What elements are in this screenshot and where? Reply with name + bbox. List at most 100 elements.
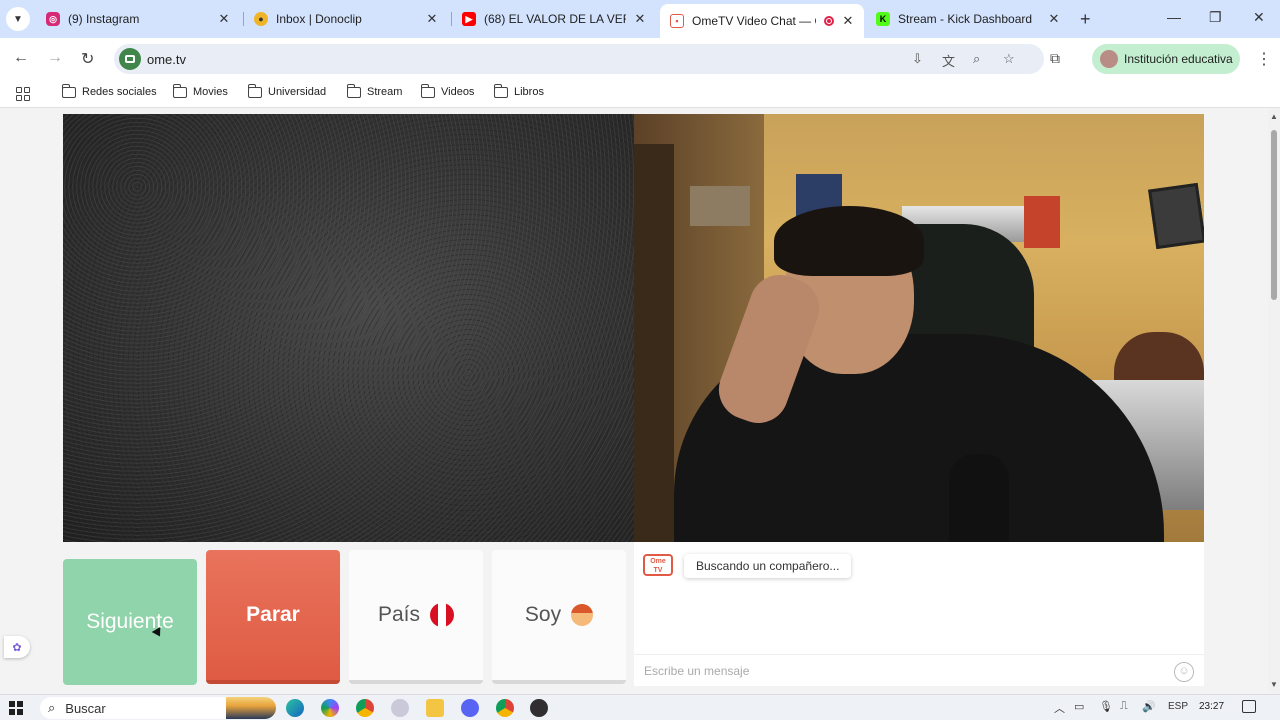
close-icon[interactable]: ✕ <box>842 13 854 29</box>
folder-icon <box>172 83 187 98</box>
back-icon[interactable]: ← <box>13 49 29 67</box>
folder-icon <box>247 83 262 98</box>
network-icon[interactable]: ⎍ <box>1120 700 1128 713</box>
country-button[interactable]: País <box>349 550 483 684</box>
discord-icon[interactable] <box>461 699 479 717</box>
microphone-icon[interactable]: 🎙 <box>1099 700 1113 713</box>
bookmark-folder-redes-sociales[interactable]: Redes sociales <box>61 83 157 98</box>
recording-icon <box>824 16 834 26</box>
minimize-icon[interactable]: — <box>1167 9 1181 25</box>
tab-kick[interactable]: K Stream - Kick Dashboard ✕ <box>866 4 1070 34</box>
chrome-icon[interactable] <box>356 699 374 717</box>
bookmark-folder-stream[interactable]: Stream <box>346 83 403 98</box>
bookmark-folder-movies[interactable]: Movies <box>172 83 228 98</box>
bookmark-label: Videos <box>441 86 475 98</box>
battery-icon[interactable]: ▭ <box>1074 700 1084 713</box>
peru-flag-icon <box>430 603 455 627</box>
tab-instagram[interactable]: ◎ (9) Instagram ✕ <box>36 4 240 34</box>
taskbar-search-label: Buscar <box>65 700 106 716</box>
reload-icon[interactable]: ↻ <box>81 49 94 69</box>
youtube-icon: ▶ <box>462 12 476 26</box>
bookmarks-bar: Redes sociales Movies Universidad Stream… <box>0 80 1280 108</box>
obs-icon[interactable] <box>530 699 548 717</box>
close-icon[interactable]: ✕ <box>426 11 438 27</box>
tab-search-button[interactable]: ▼ <box>6 7 30 31</box>
windows-start-icon[interactable] <box>9 701 23 715</box>
tab-ometv[interactable]: ▪ OmeTV Video Chat — C ✕ <box>660 4 864 38</box>
apps-icon[interactable] <box>16 87 30 101</box>
address-bar[interactable]: ome.tv ⇩ 文 ⌕ ☆ <box>114 44 1044 74</box>
language-indicator[interactable]: ESP <box>1168 701 1188 712</box>
browser-toolbar: ← → ↻ ome.tv ⇩ 文 ⌕ ☆ ⧉ Institución educa… <box>0 38 1280 80</box>
bookmark-label: Universidad <box>268 86 327 98</box>
settings-icon[interactable] <box>391 699 409 717</box>
window-close-icon[interactable]: ✕ <box>1253 9 1265 26</box>
chevron-down-icon: ▼ <box>13 13 23 25</box>
ometv-page: Siguiente Parar País Soy ✿ Ome TV Buscan… <box>0 108 1268 694</box>
restore-icon[interactable]: ❐ <box>1209 9 1222 26</box>
tab-strip: ▼ ◎ (9) Instagram ✕ ● Inbox | Donoclip ✕… <box>0 0 1280 38</box>
copilot-icon[interactable] <box>321 699 339 717</box>
bookmark-star-icon[interactable]: ☆ <box>1003 51 1015 67</box>
scroll-down-icon[interactable]: ▼ <box>1270 680 1278 689</box>
gender-button[interactable]: Soy <box>492 550 626 684</box>
volume-icon[interactable]: 🔊 <box>1142 700 1156 713</box>
emoji-icon[interactable]: ☺ <box>1174 662 1194 682</box>
bookmark-label: Libros <box>514 86 544 98</box>
close-icon[interactable]: ✕ <box>1048 11 1060 27</box>
close-icon[interactable]: ✕ <box>634 11 646 27</box>
self-camera-video <box>634 114 1204 542</box>
ometv-icon: ▪ <box>670 14 684 28</box>
chat-input-placeholder: Escribe un mensaje <box>644 664 750 678</box>
forward-icon[interactable]: → <box>47 49 63 67</box>
page-scrollbar[interactable]: ▲ ▼ <box>1268 108 1280 694</box>
instagram-icon: ◎ <box>46 12 60 26</box>
taskbar-search[interactable]: ⌕ Buscar <box>40 697 276 719</box>
next-button[interactable]: Siguiente <box>63 559 197 685</box>
bookmark-label: Movies <box>193 86 228 98</box>
bookmark-folder-universidad[interactable]: Universidad <box>247 83 327 98</box>
folder-icon <box>61 83 76 98</box>
bookmark-label: Stream <box>367 86 403 98</box>
bookmark-folder-libros[interactable]: Libros <box>493 83 544 98</box>
clock[interactable]: 23:27 <box>1199 701 1224 712</box>
status-message: Buscando un compañero... <box>684 554 852 578</box>
folder-icon <box>493 83 508 98</box>
extensions-icon[interactable]: ⧉ <box>1050 50 1060 67</box>
chat-input[interactable]: Escribe un mensaje ☺ <box>634 654 1204 686</box>
chat-panel: Ome TV Buscando un compañero... Escribe … <box>634 542 1204 686</box>
tab-title: Stream - Kick Dashboard <box>898 12 1033 26</box>
stop-button[interactable]: Parar <box>206 550 340 684</box>
scroll-up-icon[interactable]: ▲ <box>1270 112 1278 121</box>
edge-icon[interactable] <box>286 699 304 717</box>
bookmark-folder-videos[interactable]: Videos <box>420 83 475 98</box>
boy-emoji-icon <box>571 604 594 626</box>
more-menu-icon[interactable]: ⋮ <box>1256 49 1272 69</box>
scroll-thumb[interactable] <box>1271 130 1277 300</box>
tab-donoclip[interactable]: ● Inbox | Donoclip ✕ <box>244 4 448 34</box>
folder-icon <box>346 83 361 98</box>
tab-title: (68) EL VALOR DE LA VERDAD <box>484 12 626 26</box>
profile-button[interactable]: Institución educativa <box>1092 44 1240 74</box>
new-tab-button[interactable]: + <box>1080 9 1091 30</box>
chrome-profile-icon[interactable] <box>496 699 514 717</box>
avatar <box>1100 50 1118 68</box>
stop-button-label: Parar <box>246 603 300 626</box>
install-app-icon[interactable]: ⇩ <box>912 51 923 67</box>
country-button-label: País <box>377 603 421 626</box>
tray-overflow-icon[interactable]: ︿ <box>1054 700 1065 716</box>
notifications-icon[interactable] <box>1242 700 1256 713</box>
translate-icon[interactable]: 文 <box>942 51 955 70</box>
tab-youtube[interactable]: ▶ (68) EL VALOR DE LA VERDAD ✕ <box>452 4 656 34</box>
site-info-icon[interactable] <box>119 48 141 70</box>
zoom-icon[interactable]: ⌕ <box>973 51 980 67</box>
close-icon[interactable]: ✕ <box>218 11 230 27</box>
tab-title: Inbox | Donoclip <box>276 12 362 26</box>
brain-extension-icon[interactable]: ✿ <box>4 636 30 658</box>
search-icon: ⌕ <box>48 700 56 715</box>
weather-widget-icon[interactable] <box>226 697 276 719</box>
url-text[interactable]: ome.tv <box>147 52 186 67</box>
profile-label: Institución educativa <box>1124 52 1233 66</box>
file-explorer-icon[interactable] <box>426 699 444 717</box>
tab-title: (9) Instagram <box>68 12 140 26</box>
